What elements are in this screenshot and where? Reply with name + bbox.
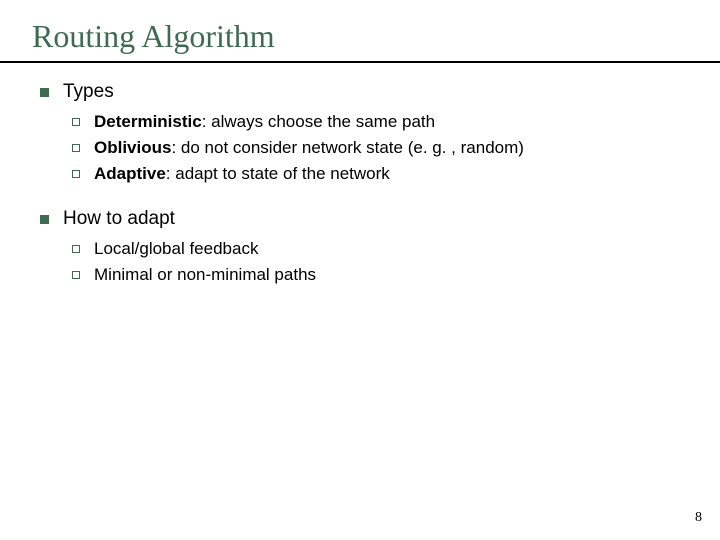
slide: Routing Algorithm Types Deterministic: a…: [0, 0, 720, 540]
item-rest: : do not consider network state (e. g. ,…: [171, 138, 523, 157]
sub-list: Deterministic: always choose the same pa…: [40, 111, 692, 186]
item-rest: : always choose the same path: [202, 112, 435, 131]
square-bullet-icon: [40, 215, 49, 224]
item-bold: Adaptive: [94, 164, 166, 183]
hollow-square-bullet-icon: [72, 144, 80, 152]
title-divider: [0, 61, 720, 63]
content-area: Types Deterministic: always choose the s…: [28, 67, 692, 287]
list-item-text: Minimal or non-minimal paths: [94, 264, 316, 287]
square-bullet-icon: [40, 88, 49, 97]
hollow-square-bullet-icon: [72, 118, 80, 126]
section-adapt: How to adapt Local/global feedback Minim…: [40, 208, 692, 287]
list-item-text: Adaptive: adapt to state of the network: [94, 163, 390, 186]
list-item-text: Deterministic: always choose the same pa…: [94, 111, 435, 134]
item-bold: Deterministic: [94, 112, 202, 131]
list-item: Minimal or non-minimal paths: [72, 264, 692, 287]
item-bold: Oblivious: [94, 138, 171, 157]
list-item-text: Oblivious: do not consider network state…: [94, 137, 524, 160]
list-item-text: Local/global feedback: [94, 238, 258, 261]
list-item: Adaptive: adapt to state of the network: [72, 163, 692, 186]
section-heading: Types: [63, 81, 114, 103]
sub-list: Local/global feedback Minimal or non-min…: [40, 238, 692, 287]
hollow-square-bullet-icon: [72, 245, 80, 253]
section-types: Types Deterministic: always choose the s…: [40, 81, 692, 186]
page-title: Routing Algorithm: [28, 18, 692, 55]
section-header: Types: [40, 81, 692, 103]
item-rest: Minimal or non-minimal paths: [94, 265, 316, 284]
hollow-square-bullet-icon: [72, 170, 80, 178]
list-item: Local/global feedback: [72, 238, 692, 261]
page-number: 8: [695, 510, 702, 526]
list-item: Deterministic: always choose the same pa…: [72, 111, 692, 134]
hollow-square-bullet-icon: [72, 271, 80, 279]
list-item: Oblivious: do not consider network state…: [72, 137, 692, 160]
item-rest: : adapt to state of the network: [166, 164, 390, 183]
section-heading: How to adapt: [63, 208, 175, 230]
item-rest: Local/global feedback: [94, 239, 258, 258]
section-header: How to adapt: [40, 208, 692, 230]
